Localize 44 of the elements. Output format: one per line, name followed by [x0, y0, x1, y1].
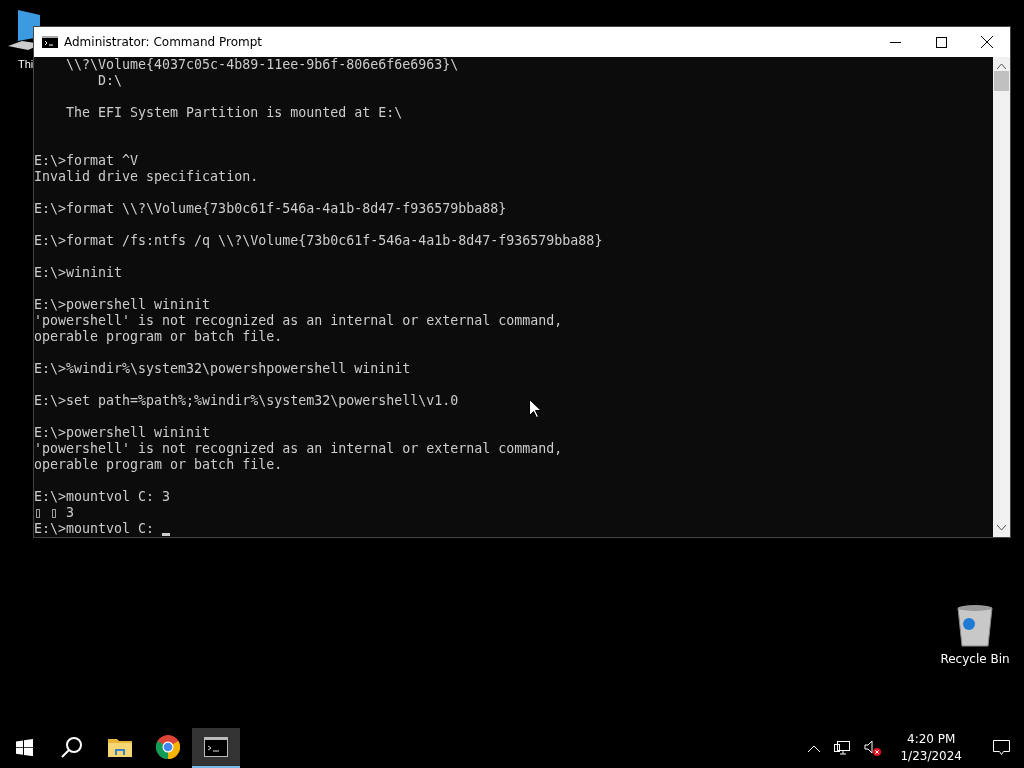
console-line: E:\>format ^V — [34, 153, 139, 169]
console-line: \\?\Volume{4037c05c-4b89-11ee-9b6f-806e6f6e6963}\ — [65, 57, 459, 73]
search-icon — [61, 736, 83, 758]
console-line: Invalid drive specification. — [34, 169, 259, 185]
text-cursor — [162, 532, 171, 536]
window-title: Administrator: Command Prompt — [64, 35, 263, 49]
minimize-icon — [889, 41, 901, 43]
console-line: E:\>set path=%path%;%windir%\system32\powershell\v1.0 — [34, 393, 459, 409]
console-line: D:\ — [97, 73, 123, 89]
terminal-icon — [42, 36, 58, 48]
pointer-icon — [529, 399, 541, 418]
desktop-icon-label[interactable]: Thi — [18, 58, 34, 70]
console-line: E:\>wininit — [34, 265, 123, 281]
network-icon — [834, 741, 851, 755]
console-line: E:\>format \\?\Volume{73b0c61f-546a-4a1b-8d47-f936579bba88} — [34, 201, 507, 217]
desktop-icon-label[interactable]: Recycle Bin — [940, 652, 1010, 666]
taskbar-button[interactable] — [192, 728, 240, 768]
console-line: 'powershell' is not recognized as an internal or external command, — [34, 441, 563, 457]
scroll-thumb[interactable] — [994, 71, 1009, 91]
close-icon — [981, 36, 993, 48]
console-line: E:\>mountvol C: 3 — [34, 489, 171, 505]
console-line: operable program or batch file. — [34, 329, 283, 345]
maximize-icon — [935, 36, 947, 48]
console-line: E:\>powershell wininit — [34, 425, 211, 441]
chevron-up-icon — [808, 744, 821, 752]
console-line: ▯ ▯ 3 — [34, 505, 75, 521]
folder-icon — [108, 737, 132, 757]
clock[interactable]: 4:20 PM 1/23/2024 — [894, 731, 968, 765]
windows-icon — [15, 738, 33, 756]
console-line: E:\>%windir%\system32\powershpowershell wininit — [34, 361, 411, 377]
console-line: The EFI System Partition is mounted at E:\ — [65, 105, 403, 121]
speaker-icon — [864, 740, 883, 756]
console-line: operable program or batch file. — [34, 457, 283, 473]
terminal-icon — [204, 737, 228, 757]
scroll-down-icon[interactable] — [997, 525, 1006, 531]
speech-bubble-icon — [992, 740, 1010, 756]
console-line: 'powershell' is not recognized as an internal or external command, — [34, 313, 563, 329]
console-line: E:\>format /fs:ntfs /q \\?\Volume{73b0c61f-546a-4a1b-8d47-f936579bba88} — [34, 233, 603, 249]
scroll-up-icon[interactable] — [997, 63, 1006, 69]
scrollbar[interactable] — [993, 57, 1010, 537]
browser-icon — [156, 735, 180, 759]
recycle-bin-icon — [955, 604, 995, 648]
console-line: E:\>mountvol C: — [34, 521, 155, 537]
console-line: E:\>powershell wininit — [34, 297, 211, 313]
